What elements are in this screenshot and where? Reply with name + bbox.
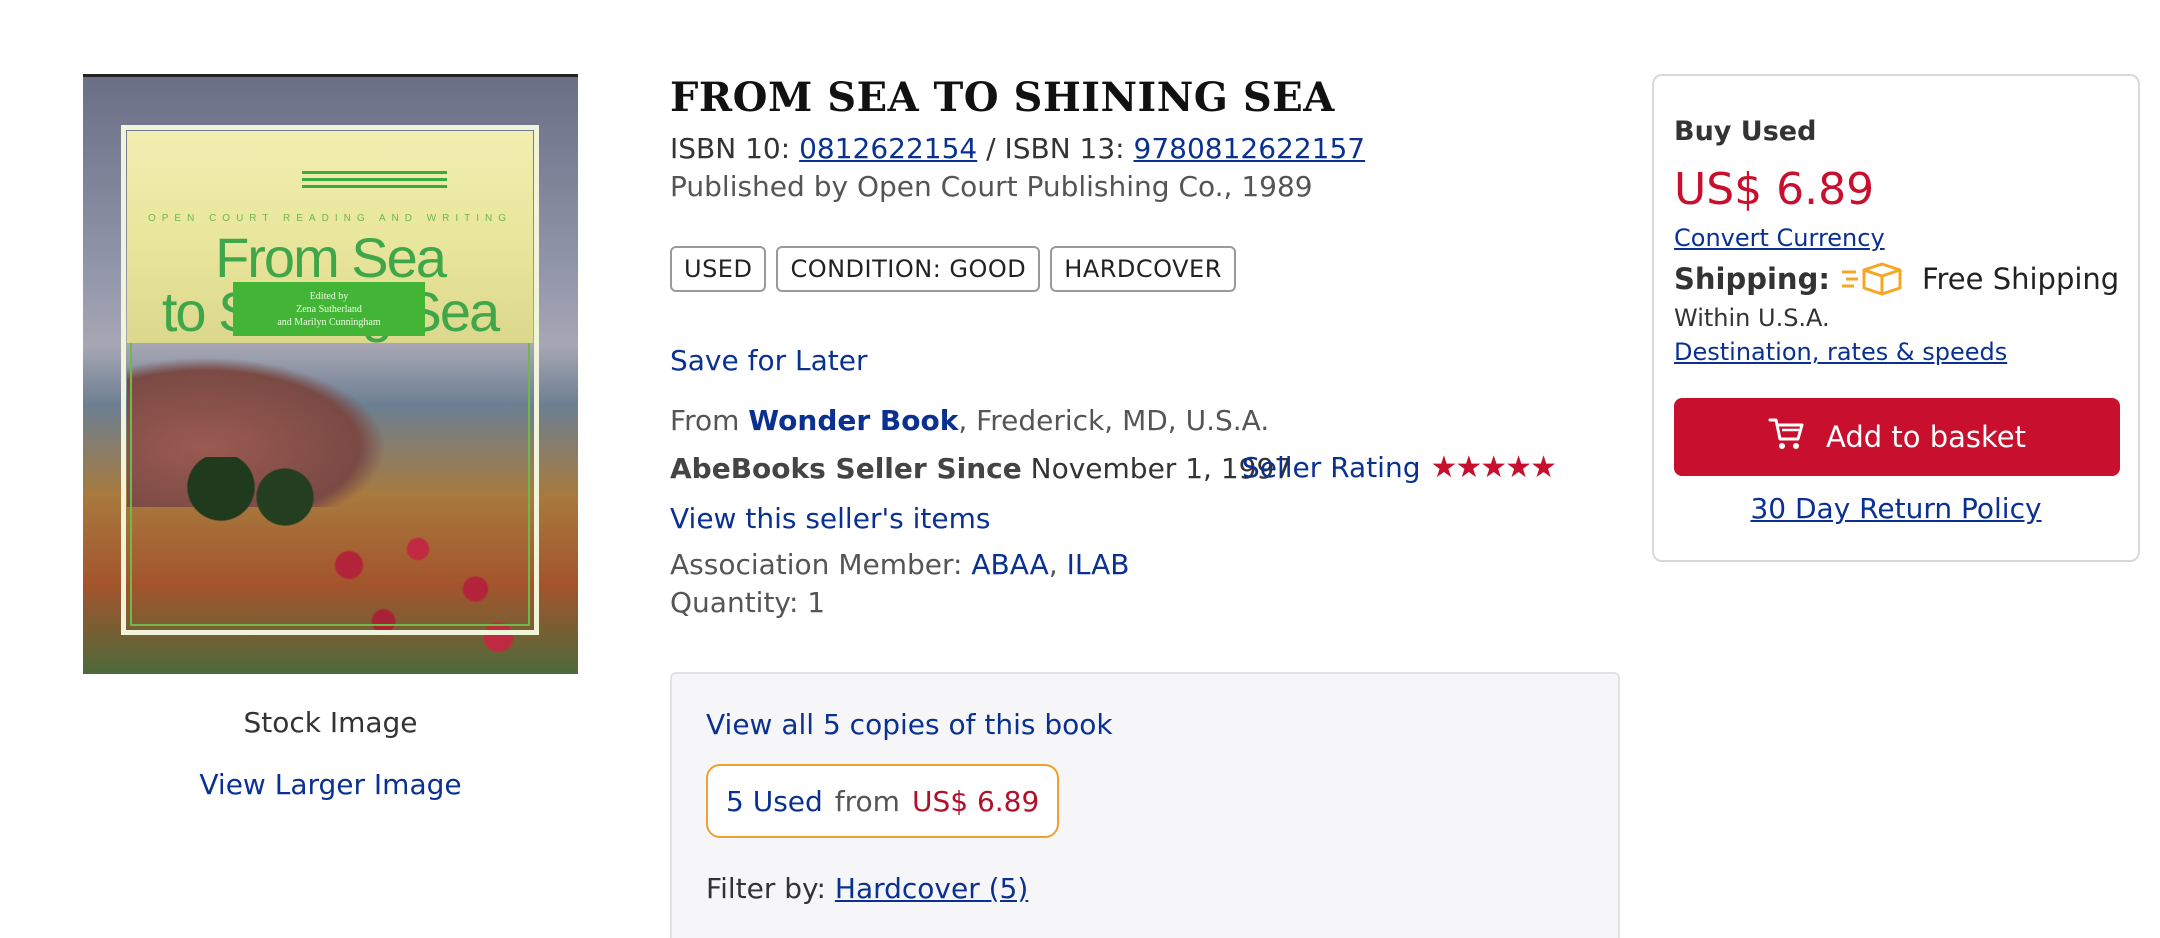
cover-series: OPEN COURT READING AND WRITING bbox=[147, 213, 513, 224]
used-count: 5 Used bbox=[726, 784, 823, 818]
used-copies-filter-chip[interactable]: 5 Used from US$ 6.89 bbox=[706, 764, 1060, 838]
seller-name-link[interactable]: Wonder Book bbox=[748, 404, 958, 437]
cover-stripes bbox=[302, 171, 447, 191]
isbn10-label: ISBN 10: bbox=[670, 132, 791, 165]
destination-rates-link[interactable]: Destination, rates & speeds bbox=[1674, 338, 2007, 366]
seller-since-line: AbeBooks Seller Since November 1, 1997 bbox=[670, 452, 1292, 485]
association-separator: , bbox=[1048, 548, 1058, 581]
used-from-label: from bbox=[834, 784, 900, 818]
isbn-line: ISBN 10: 0812622154 / ISBN 13: 978081262… bbox=[670, 132, 1365, 165]
cart-icon bbox=[1768, 417, 1804, 458]
truck-icon bbox=[1840, 262, 1904, 296]
publisher-line: Published by Open Court Publishing Co., … bbox=[670, 170, 1313, 203]
seller-rating-label: Seller Rating bbox=[1242, 451, 1421, 484]
seller-since-label: AbeBooks Seller Since bbox=[670, 452, 1022, 485]
association-ilab-link[interactable]: ILAB bbox=[1067, 548, 1130, 581]
used-from-price: US$ 6.89 bbox=[911, 784, 1040, 818]
add-to-basket-button[interactable]: Add to basket bbox=[1674, 398, 2120, 476]
copies-panel: View all 5 copies of this book 5 Used fr… bbox=[670, 672, 1620, 938]
save-for-later-link[interactable]: Save for Later bbox=[670, 344, 868, 377]
association-line: Association Member: ABAA, ILAB bbox=[670, 548, 1130, 581]
cover-editors-line1: Edited by bbox=[309, 291, 349, 302]
star-rating-icon: ★★★★★ bbox=[1430, 450, 1556, 485]
shipping-label: Shipping: bbox=[1674, 262, 1830, 296]
buy-price: US$ 6.89 bbox=[1674, 164, 1875, 215]
badge-binding: HARDCOVER bbox=[1050, 246, 1236, 292]
seller-from-line: From Wonder Book, Frederick, MD, U.S.A. bbox=[670, 404, 1269, 437]
filter-label: Filter by: bbox=[706, 872, 826, 905]
view-all-copies-link[interactable]: View all 5 copies of this book bbox=[706, 708, 1113, 741]
association-label: Association Member: bbox=[670, 548, 963, 581]
shipping-row: Shipping: Free Shipping bbox=[1674, 262, 2119, 296]
association-abaa-link[interactable]: ABAA bbox=[971, 548, 1048, 581]
badge-row: USED CONDITION: GOOD HARDCOVER bbox=[670, 246, 1236, 292]
shipping-value: Free Shipping bbox=[1921, 262, 2120, 296]
badge-used: USED bbox=[670, 246, 767, 292]
stock-image-label: Stock Image bbox=[243, 706, 418, 739]
seller-location: , Frederick, MD, U.S.A. bbox=[958, 404, 1270, 437]
cover-editors: Edited by Zena Sutherland and Marilyn Cu… bbox=[233, 282, 425, 336]
isbn13-label: / ISBN 13: bbox=[986, 132, 1125, 165]
book-cover-image[interactable]: OPEN COURT READING AND WRITING From Sea … bbox=[83, 74, 578, 674]
badge-condition: CONDITION: GOOD bbox=[776, 246, 1041, 292]
book-title: FROM SEA TO SHINING SEA bbox=[670, 74, 1335, 121]
cover-editors-line3: and Marilyn Cunningham bbox=[277, 317, 381, 328]
quantity-label: Quantity: 1 bbox=[670, 586, 826, 619]
return-policy-link[interactable]: 30 Day Return Policy bbox=[1654, 492, 2138, 525]
buy-box: Buy Used US$ 6.89 Convert Currency Shipp… bbox=[1652, 74, 2140, 562]
convert-currency-link[interactable]: Convert Currency bbox=[1674, 224, 1885, 252]
filter-hardcover-link[interactable]: Hardcover (5) bbox=[835, 872, 1028, 905]
view-larger-image-link[interactable]: View Larger Image bbox=[83, 768, 578, 801]
add-to-basket-label: Add to basket bbox=[1826, 420, 2026, 454]
buy-used-heading: Buy Used bbox=[1674, 116, 1817, 147]
isbn13-link[interactable]: 9780812622157 bbox=[1134, 132, 1366, 165]
seller-rating-link[interactable]: Seller Rating ★★★★★ bbox=[1242, 450, 1557, 485]
cover-editors-line2: Zena Sutherland bbox=[296, 304, 362, 315]
filter-row: Filter by: Hardcover (5) bbox=[706, 872, 1028, 905]
isbn10-link[interactable]: 0812622154 bbox=[799, 132, 977, 165]
from-prefix: From bbox=[670, 404, 740, 437]
shipping-region: Within U.S.A. bbox=[1674, 304, 1830, 332]
view-seller-items-link[interactable]: View this seller's items bbox=[670, 502, 990, 535]
